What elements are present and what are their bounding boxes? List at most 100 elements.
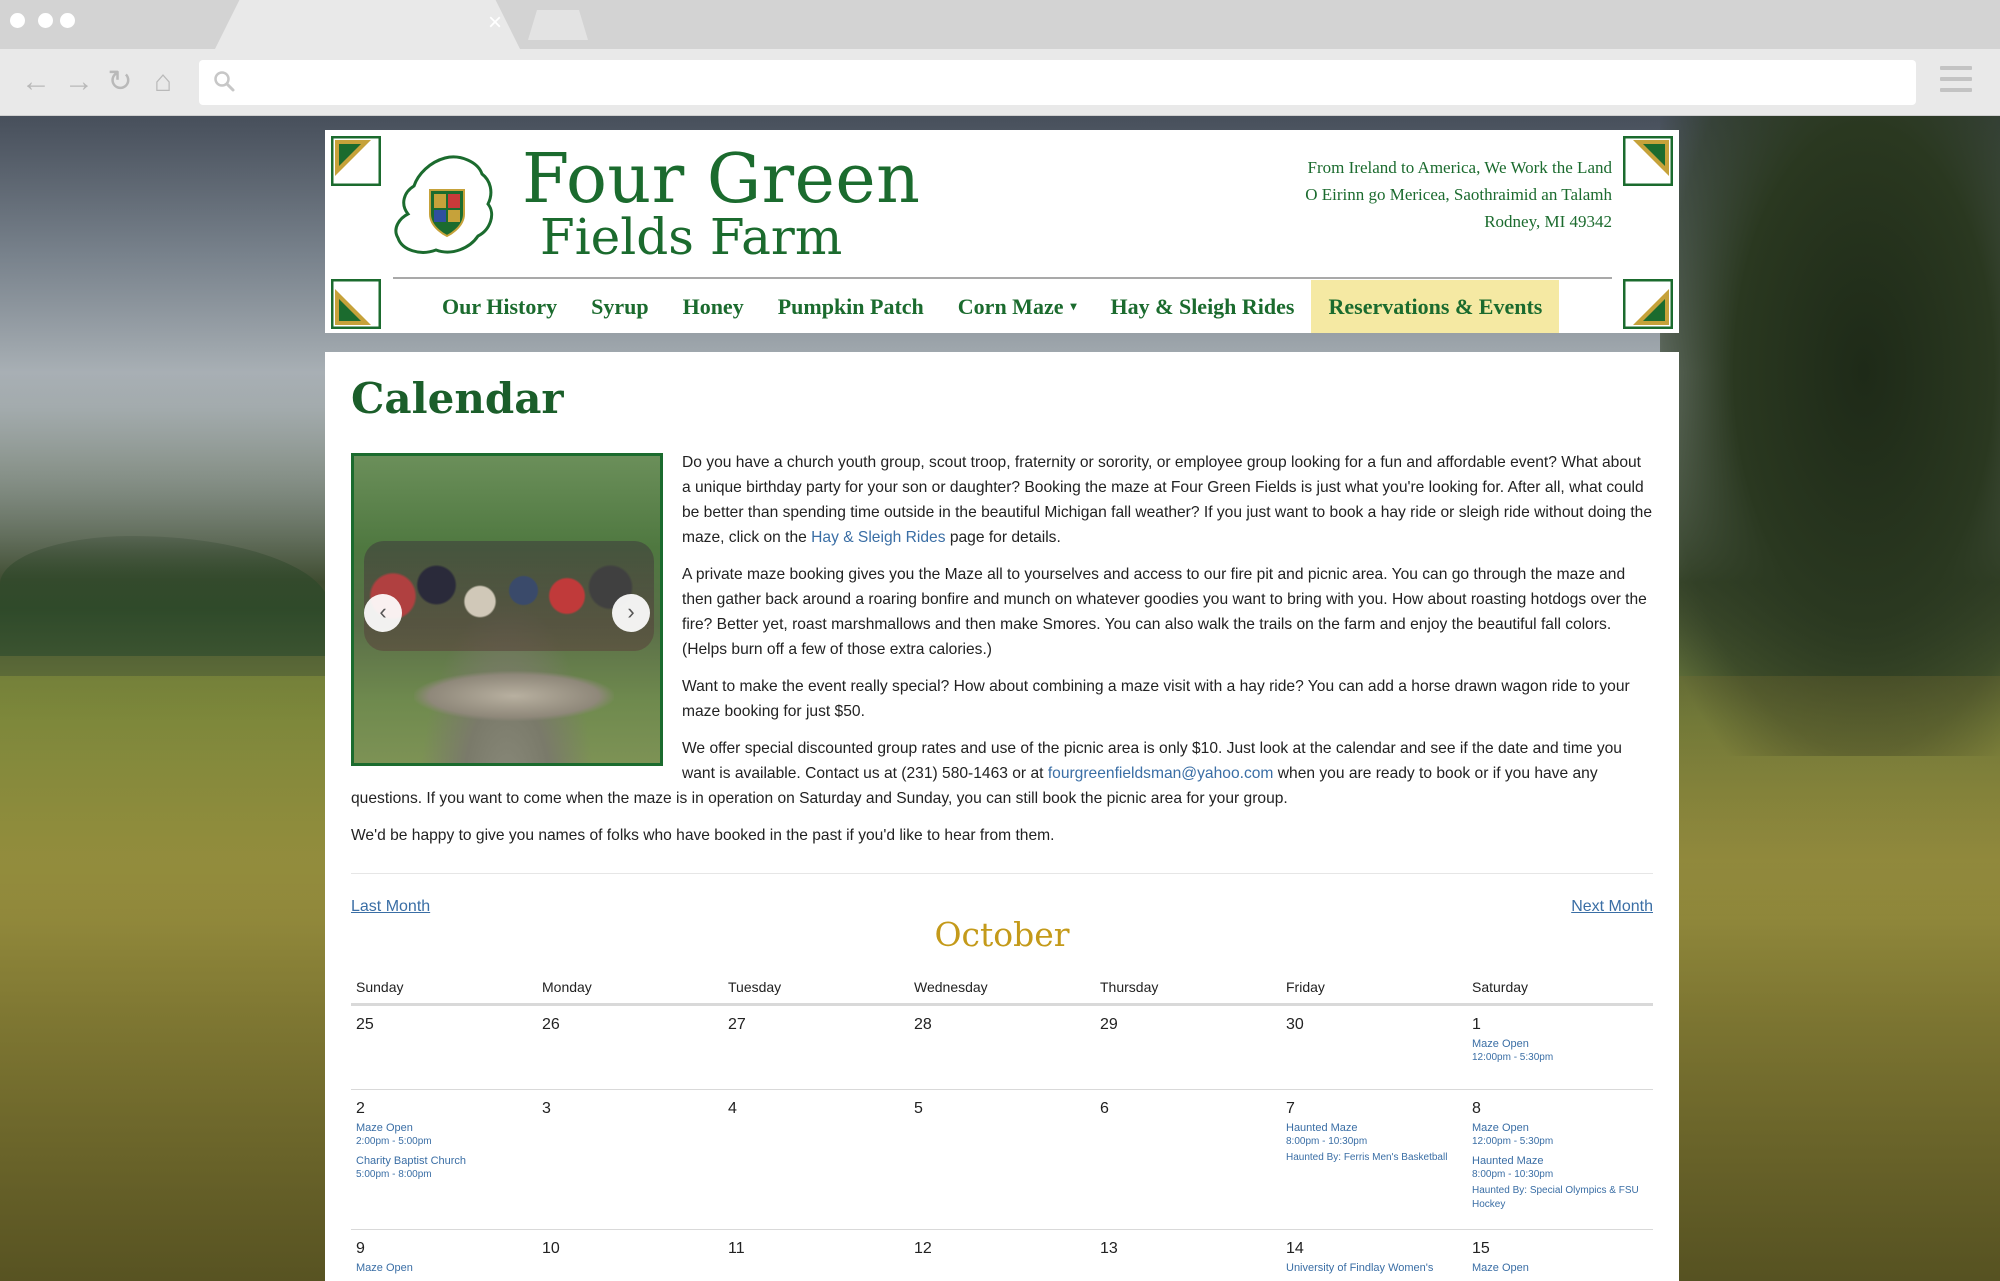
- calendar-weeks: 25 26 27 28 29 30 1 Maze Open 12:00pm - 5:30pm 2 M…: [351, 1006, 1653, 1281]
- calendar-weekday-header: Sunday Monday Tuesday Wednesday Thursday…: [351, 972, 1653, 1006]
- day-number: 6: [1100, 1100, 1109, 1117]
- calendar-day[interactable]: 25: [351, 1006, 537, 1089]
- calendar-week: 9 Maze Open 10 11 12 13 14 University of Findla…: [351, 1230, 1653, 1281]
- nav-reservations-events[interactable]: Reservations & Events: [1311, 280, 1560, 333]
- event-link[interactable]: Maze Open: [1472, 1037, 1648, 1051]
- calendar-day[interactable]: 6: [1095, 1090, 1281, 1229]
- event-link[interactable]: Haunted Maze: [1286, 1121, 1462, 1135]
- brand-line-1: Four Green: [522, 140, 921, 219]
- day-number: 4: [728, 1100, 737, 1117]
- new-tab-button[interactable]: [528, 10, 588, 40]
- event-link[interactable]: Maze Open: [1472, 1261, 1648, 1275]
- tagline-line: O Eirinn go Mericea, Saothraimid an Tala…: [1305, 185, 1612, 204]
- window-close-dot[interactable]: [10, 13, 25, 28]
- event-note: Haunted By: Ferris Men's Basketball: [1286, 1152, 1448, 1163]
- weekday-label: Saturday: [1472, 979, 1529, 995]
- day-number: 14: [1286, 1240, 1304, 1257]
- day-number: 10: [542, 1240, 560, 1257]
- calendar-day[interactable]: 27: [723, 1006, 909, 1089]
- calendar-day[interactable]: 7 Haunted Maze 8:00pm - 10:30pm Haunted By:…: [1281, 1090, 1467, 1229]
- back-icon[interactable]: ←: [19, 65, 53, 99]
- event-time: 8:00pm - 10:30pm: [1472, 1169, 1554, 1180]
- menu-icon[interactable]: [1940, 66, 1972, 96]
- calendar-day[interactable]: 29: [1095, 1006, 1281, 1089]
- day-number: 26: [542, 1016, 560, 1033]
- caret-down-icon: ▾: [1070, 299, 1077, 313]
- calendar-day[interactable]: 8 Maze Open 12:00pm - 5:30pm Haunted Maze 8:…: [1467, 1090, 1653, 1229]
- event-link[interactable]: University of Findlay Women's: [1286, 1261, 1462, 1275]
- nav-honey[interactable]: Honey: [666, 280, 761, 333]
- day-number: 29: [1100, 1016, 1118, 1033]
- site-logo-title[interactable]: Four Green Fields Farm: [522, 140, 921, 263]
- calendar-day[interactable]: 14 University of Findlay Women's: [1281, 1230, 1467, 1281]
- calendar-day[interactable]: 2 Maze Open 2:00pm - 5:00pm Charity Baptist…: [351, 1090, 537, 1229]
- nav-corn-maze[interactable]: Corn Maze ▾: [941, 280, 1094, 333]
- calendar-month: October: [934, 915, 1070, 954]
- tagline-line: From Ireland to America, We Work the Lan…: [1307, 158, 1612, 177]
- site-header: Four Green Fields Farm From Ireland to A…: [325, 130, 1679, 333]
- nav-our-history[interactable]: Our History: [425, 280, 574, 333]
- weekday-label: Thursday: [1100, 979, 1159, 995]
- main-content: Calendar Do you have a church youth grou…: [325, 352, 1679, 1281]
- calendar-day[interactable]: 4: [723, 1090, 909, 1229]
- day-number: 13: [1100, 1240, 1118, 1257]
- event-note: Haunted By: Special Olympics & FSU Hocke…: [1472, 1185, 1639, 1210]
- celtic-corner-icon: [331, 136, 381, 186]
- event-time: 2:00pm - 5:00pm: [356, 1136, 432, 1147]
- day-number: 5: [914, 1100, 923, 1117]
- email-link[interactable]: fourgreenfieldsman@yahoo.com: [1048, 765, 1274, 782]
- calendar-day[interactable]: 11: [723, 1230, 909, 1281]
- intro-paragraph: We'd be happy to give you names of folks…: [351, 827, 1055, 844]
- calendar-day[interactable]: 3: [537, 1090, 723, 1229]
- event-link[interactable]: Maze Open: [356, 1261, 532, 1275]
- calendar-day[interactable]: 15 Maze Open: [1467, 1230, 1653, 1281]
- calendar-day[interactable]: 9 Maze Open: [351, 1230, 537, 1281]
- home-icon[interactable]: ⌂: [146, 65, 180, 99]
- window-minimize-dot[interactable]: [38, 13, 53, 28]
- calendar-day[interactable]: 10: [537, 1230, 723, 1281]
- calendar-day[interactable]: 13: [1095, 1230, 1281, 1281]
- day-number: 15: [1472, 1240, 1490, 1257]
- day-number: 28: [914, 1016, 932, 1033]
- tab-close-icon[interactable]: ×: [488, 10, 502, 36]
- nav-syrup[interactable]: Syrup: [574, 280, 665, 333]
- day-number: 1: [1472, 1016, 1481, 1033]
- weekday-label: Sunday: [356, 979, 404, 995]
- bg-field-left: [0, 676, 330, 1281]
- calendar-day[interactable]: 30: [1281, 1006, 1467, 1089]
- event-link[interactable]: Maze Open: [1472, 1121, 1648, 1135]
- weekday-label: Monday: [542, 979, 592, 995]
- carousel-next-button[interactable]: ›: [612, 594, 650, 632]
- reload-icon[interactable]: ↻: [103, 65, 137, 99]
- calendar-day[interactable]: 5: [909, 1090, 1095, 1229]
- nav-hay-sleigh-rides[interactable]: Hay & Sleigh Rides: [1094, 280, 1312, 333]
- day-number: 8: [1472, 1100, 1481, 1117]
- calendar-day[interactable]: 1 Maze Open 12:00pm - 5:30pm: [1467, 1006, 1653, 1089]
- event-link[interactable]: Maze Open: [356, 1121, 532, 1135]
- weekday-label: Wednesday: [914, 979, 988, 995]
- address-bar[interactable]: [199, 60, 1916, 105]
- calendar-day[interactable]: 12: [909, 1230, 1095, 1281]
- forward-icon[interactable]: →: [62, 65, 96, 99]
- main-nav: Our History Syrup Honey Pumpkin Patch Co…: [425, 280, 1560, 333]
- hay-sleigh-rides-link[interactable]: Hay & Sleigh Rides: [811, 529, 945, 546]
- browser-tab[interactable]: [215, 0, 520, 49]
- event-time: 12:00pm - 5:30pm: [1472, 1136, 1554, 1147]
- calendar-day[interactable]: 28: [909, 1006, 1095, 1089]
- calendar-day[interactable]: 26: [537, 1006, 723, 1089]
- last-month-link[interactable]: Last Month: [351, 898, 430, 916]
- event-link[interactable]: Charity Baptist Church: [356, 1154, 532, 1168]
- next-month-link[interactable]: Next Month: [1571, 898, 1653, 916]
- day-number: 3: [542, 1100, 551, 1117]
- window-zoom-dot[interactable]: [60, 13, 75, 28]
- nav-pumpkin-patch[interactable]: Pumpkin Patch: [761, 280, 941, 333]
- calendar-grid: Sunday Monday Tuesday Wednesday Thursday…: [351, 972, 1653, 1281]
- calendar-week: 25 26 27 28 29 30 1 Maze Open 12:00pm - 5:30pm: [351, 1006, 1653, 1090]
- fire-pit: [414, 671, 614, 721]
- address-line: Rodney, MI 49342: [1484, 212, 1612, 231]
- day-number: 7: [1286, 1100, 1295, 1117]
- event-link[interactable]: Haunted Maze: [1472, 1154, 1648, 1168]
- ireland-crest-logo-icon[interactable]: [390, 152, 510, 262]
- carousel-prev-button[interactable]: ‹: [364, 594, 402, 632]
- search-icon: [214, 71, 235, 92]
